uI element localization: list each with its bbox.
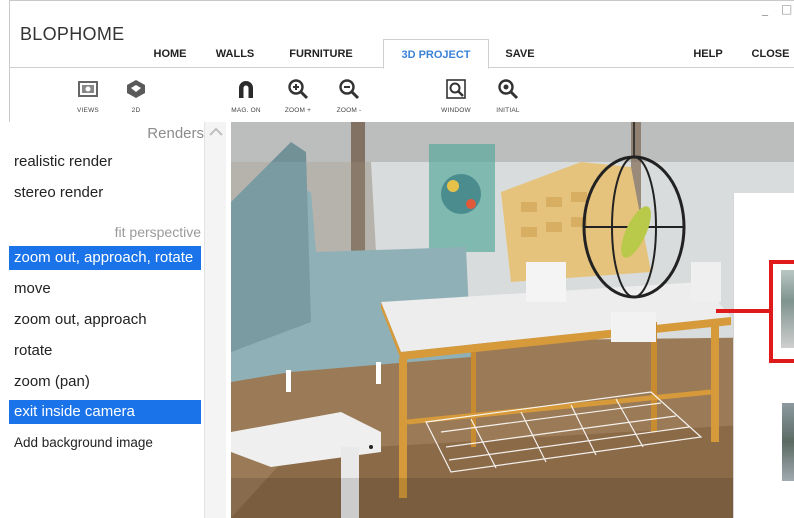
2d-icon <box>127 80 145 98</box>
renders-heading: Renders <box>147 125 204 142</box>
tab-close[interactable]: CLOSE <box>747 39 794 68</box>
fit-perspective-subheading: fit perspective <box>114 224 201 240</box>
tab-walls[interactable]: WALLS <box>205 39 265 68</box>
preview-thumbnail-2[interactable] <box>782 403 794 481</box>
zoom-in-button[interactable]: ZOOM + <box>272 72 324 120</box>
zoom-pan-item[interactable]: zoom (pan) <box>9 370 201 394</box>
zoom-out-approach-rotate-item[interactable]: zoom out, approach, rotate <box>9 246 201 270</box>
move-item[interactable]: move <box>9 277 201 301</box>
zoom-out-icon <box>339 79 360 100</box>
exit-inside-camera-item[interactable]: exit inside camera <box>9 400 201 424</box>
minimize-button[interactable]: _ <box>762 2 768 16</box>
highlight-box <box>769 260 794 363</box>
3d-scene-render <box>231 122 794 518</box>
zoom-window-button[interactable]: WINDOW <box>430 72 482 120</box>
2d-button[interactable]: 2D <box>110 72 162 120</box>
highlight-connector <box>716 309 770 313</box>
chevron-up-icon[interactable] <box>208 124 224 140</box>
zoom-in-label: ZOOM + <box>284 107 312 114</box>
rotate-item[interactable]: rotate <box>9 339 201 363</box>
2d-label: 2D <box>131 107 141 114</box>
tab-3d-project[interactable]: 3D PROJECT <box>383 39 489 69</box>
zoom-initial-icon <box>498 79 519 100</box>
tab-home[interactable]: HOME <box>140 39 200 68</box>
zoom-initial-button[interactable]: INITIAL <box>482 72 534 120</box>
zoom-window-icon <box>446 79 466 99</box>
views-icon <box>78 81 98 97</box>
zoom-initial-label: INITIAL <box>496 107 520 114</box>
zoom-out-button[interactable]: ZOOM - <box>323 72 375 120</box>
views-label: VIEWS <box>77 107 99 114</box>
app-title: BLOPHOME <box>20 24 125 44</box>
stereo-render-item[interactable]: stereo render <box>9 181 201 205</box>
add-background-image-item[interactable]: Add background image <box>9 431 201 455</box>
zoom-out-label: ZOOM - <box>336 107 362 114</box>
zoom-window-label: WINDOW <box>441 107 471 114</box>
tab-save[interactable]: SAVE <box>495 39 545 68</box>
renders-panel: Renders realistic render stereo render f… <box>9 122 204 518</box>
tab-furniture[interactable]: FURNITURE <box>279 39 363 68</box>
tab-help[interactable]: HELP <box>683 39 733 68</box>
magnet-label: MAG. ON <box>231 107 261 114</box>
zoom-out-approach-item[interactable]: zoom out, approach <box>9 308 201 332</box>
magnet-button[interactable]: MAG. ON <box>220 72 272 120</box>
zoom-in-icon <box>288 79 309 100</box>
3d-viewport[interactable] <box>231 122 794 518</box>
maximize-button[interactable]: □ <box>781 2 792 16</box>
realistic-render-item[interactable]: realistic render <box>9 150 201 174</box>
magnet-icon <box>239 81 253 98</box>
panel-scrollbar[interactable] <box>204 122 226 518</box>
views-button[interactable]: VIEWS <box>62 72 114 120</box>
